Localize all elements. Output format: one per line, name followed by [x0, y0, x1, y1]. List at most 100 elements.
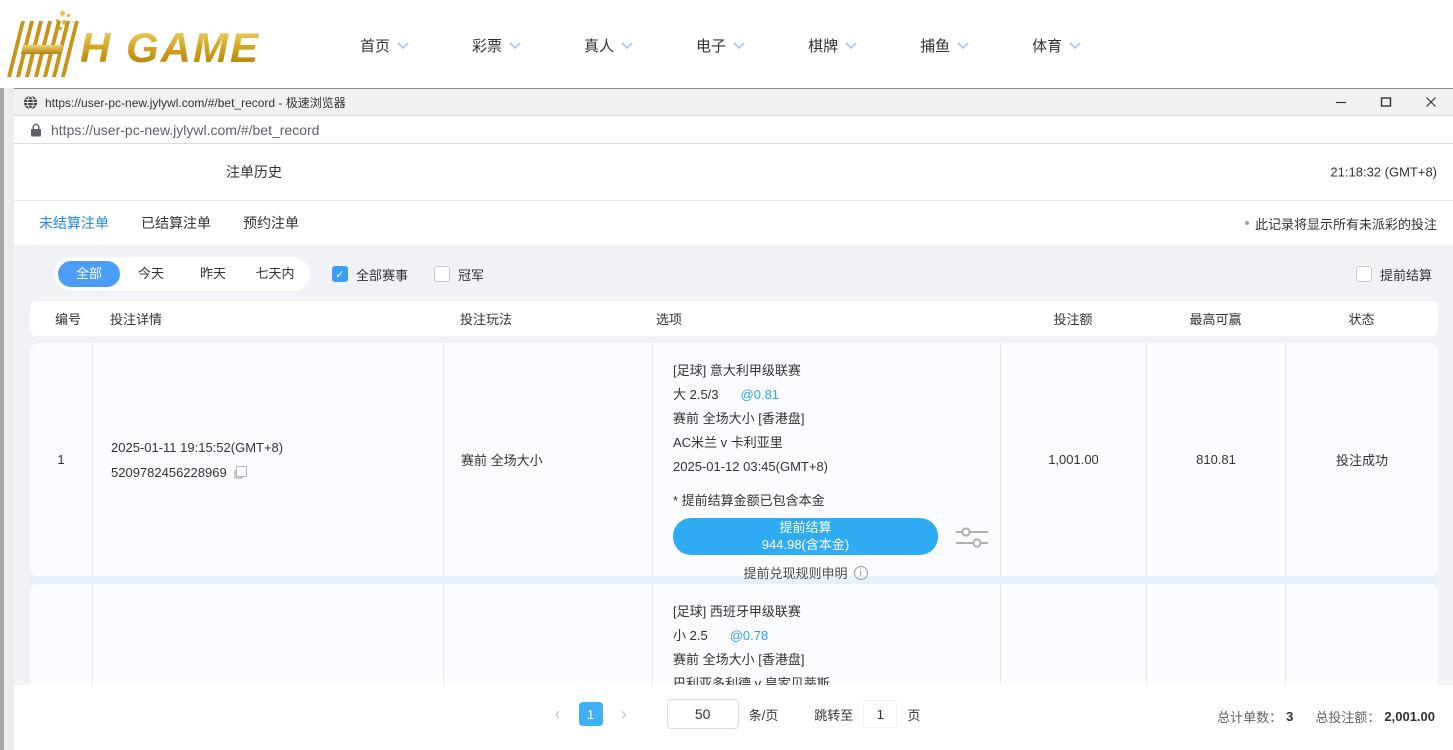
nav-item-lottery[interactable]: 彩票: [472, 35, 521, 56]
page-header: 注单历史 21:18:32 (GMT+8): [14, 144, 1453, 201]
site-header: H GAME 首页 彩票 真人 电子 棋牌: [0, 0, 1453, 88]
page-title: 注单历史: [226, 162, 282, 182]
page-size-label: 条/页: [749, 705, 779, 724]
page-unit-label: 页: [907, 705, 920, 724]
site-logo[interactable]: H GAME: [14, 5, 314, 83]
league-name: [足球] 西班牙甲级联赛: [673, 603, 1000, 620]
total-count-label: 总计单数：: [1217, 707, 1282, 726]
early-settle-checkbox[interactable]: 提前结算: [1356, 265, 1432, 284]
jump-to-label: 跳转至: [814, 705, 853, 724]
chevron-down-icon: [957, 42, 969, 49]
date-filter-yesterday[interactable]: 昨天: [182, 261, 244, 287]
minimize-button[interactable]: [1318, 89, 1363, 115]
chevron-down-icon: [509, 42, 521, 49]
total-amount-label: 总投注额：: [1315, 707, 1380, 726]
chevron-down-icon: [733, 42, 745, 49]
info-icon: i: [854, 566, 868, 580]
bet-row-1: 1 2025-01-11 19:15:52(GMT+8) 52097824562…: [30, 343, 1438, 576]
date-filter-today[interactable]: 今天: [120, 261, 182, 287]
nav-item-cards[interactable]: 棋牌: [808, 35, 857, 56]
browser-window: https://user-pc-new.jylywl.com/#/bet_rec…: [14, 88, 1453, 750]
page-body: 全部 今天 昨天 七天内 ✓ 全部赛事 冠军 提: [14, 245, 1453, 750]
nav-item-live[interactable]: 真人: [584, 35, 633, 56]
copy-icon[interactable]: [234, 466, 247, 479]
lock-icon: [30, 123, 42, 137]
market-name: 赛前 全场大小 [香港盘]: [673, 410, 1000, 427]
page-number-button[interactable]: 1: [579, 702, 603, 726]
browser-addressbar[interactable]: https://user-pc-new.jylywl.com/#/bet_rec…: [14, 116, 1453, 144]
col-header-option: 选项: [652, 309, 1000, 328]
filter-row: 全部 今天 昨天 七天内 ✓ 全部赛事 冠军 提: [30, 253, 1438, 295]
league-name: [足球] 意大利甲级联赛: [673, 362, 1000, 379]
next-page-button[interactable]: ›: [613, 704, 635, 725]
total-amount: 2,001.00: [1384, 709, 1435, 724]
bet-detail-cell: 2025-01-11 19:15:52(GMT+8) 5209782456228…: [92, 343, 443, 576]
logo-dots-decoration: [60, 11, 65, 16]
chevron-down-icon: [621, 42, 633, 49]
nav-item-slots[interactable]: 电子: [696, 35, 745, 56]
max-win: 810.81: [1146, 343, 1285, 576]
date-range-group: 全部 今天 昨天 七天内: [54, 257, 310, 291]
all-events-checkbox[interactable]: ✓ 全部赛事: [332, 265, 408, 284]
bullet-dot: [1245, 221, 1249, 225]
checkbox-checked-icon: ✓: [332, 266, 348, 282]
bet-id: 5209782456228969: [111, 465, 227, 480]
pagination-bar: ‹ 1 › 条/页 跳转至 页 总计单数： 3 总投注额： 2: [14, 685, 1453, 750]
close-button[interactable]: [1408, 89, 1453, 115]
bet-record-page: 注单历史 21:18:32 (GMT+8) 未结算注单 已结算注单 预约注单 此…: [14, 144, 1453, 750]
selection: 大 2.5/3: [673, 386, 719, 403]
chevron-down-icon: [1069, 42, 1081, 49]
tabs-row: 未结算注单 已结算注单 预约注单 此记录将显示所有未派彩的投注: [14, 201, 1453, 245]
nav-item-fishing[interactable]: 捕鱼: [920, 35, 969, 56]
nav-item-home[interactable]: 首页: [360, 35, 409, 56]
match-teams: AC米兰 v 卡利亚里: [673, 434, 1000, 451]
cashout-rule-link[interactable]: 提前兑现规则申明 i: [673, 563, 938, 582]
tab-unsettled-bets[interactable]: 未结算注单: [39, 213, 109, 233]
date-filter-all[interactable]: 全部: [58, 261, 120, 287]
nav-label: 棋牌: [808, 35, 838, 56]
table-header: 编号 投注详情 投注玩法 选项 投注额 最高可赢 状态: [30, 301, 1438, 336]
unsettled-note: 此记录将显示所有未派彩的投注: [1245, 214, 1437, 233]
checkbox-unchecked-icon: [434, 266, 450, 282]
site-favicon-globe-icon: [23, 95, 38, 110]
jump-page-input[interactable]: [863, 700, 897, 728]
col-header-maxwin: 最高可赢: [1146, 309, 1285, 328]
bet-status: 投注成功: [1285, 343, 1438, 576]
odds-value: @0.78: [730, 627, 769, 644]
nav-label: 电子: [696, 35, 726, 56]
chevron-down-icon: [845, 42, 857, 49]
maximize-button[interactable]: [1363, 89, 1408, 115]
totals-summary: 总计单数： 3 总投注额： 2,001.00: [1217, 707, 1435, 726]
url-text: https://user-pc-new.jylywl.com/#/bet_rec…: [51, 122, 319, 138]
bet-no: 1: [30, 343, 92, 576]
nav-item-sports[interactable]: 体育: [1032, 35, 1081, 56]
cashout-sliders-icon[interactable]: [954, 523, 990, 551]
bet-amount: 1,001.00: [1000, 343, 1146, 576]
odds-value: @0.81: [741, 386, 780, 403]
bet-option-cell: [足球] 意大利甲级联赛 大 2.5/3 @0.81 赛前 全场大小 [香港盘]…: [652, 343, 1000, 576]
nav-label: 彩票: [472, 35, 502, 56]
nav-label: 真人: [584, 35, 614, 56]
date-filter-7days[interactable]: 七天内: [244, 261, 306, 287]
tab-reserved-bets[interactable]: 预约注单: [243, 213, 299, 233]
bet-play-cell: 赛前 全场大小: [443, 343, 652, 576]
nav-label: 捕鱼: [920, 35, 950, 56]
cashout-note: * 提前结算金额已包含本金: [673, 490, 1000, 509]
page-size-input[interactable]: [667, 699, 739, 729]
prev-page-button[interactable]: ‹: [547, 704, 569, 725]
nav-label: 体育: [1032, 35, 1062, 56]
screen: H GAME 首页 彩票 真人 电子 棋牌: [0, 0, 1453, 750]
total-count: 3: [1286, 709, 1293, 724]
chevron-down-icon: [397, 42, 409, 49]
cashout-button[interactable]: 提前结算 944.98(含本金): [673, 518, 938, 555]
main-nav: 首页 彩票 真人 电子 棋牌 捕鱼: [360, 35, 1081, 56]
logo-stripe-h-icon: [7, 21, 79, 77]
champion-checkbox[interactable]: 冠军: [434, 265, 484, 284]
window-controls: [1318, 89, 1453, 115]
col-header-status: 状态: [1285, 309, 1438, 328]
col-header-detail: 投注详情: [92, 309, 443, 328]
bet-time: 2025-01-11 19:15:52(GMT+8): [111, 440, 443, 455]
tab-settled-bets[interactable]: 已结算注单: [141, 213, 211, 233]
logo-text: H GAME: [80, 24, 260, 72]
window-title: https://user-pc-new.jylywl.com/#/bet_rec…: [45, 94, 346, 111]
